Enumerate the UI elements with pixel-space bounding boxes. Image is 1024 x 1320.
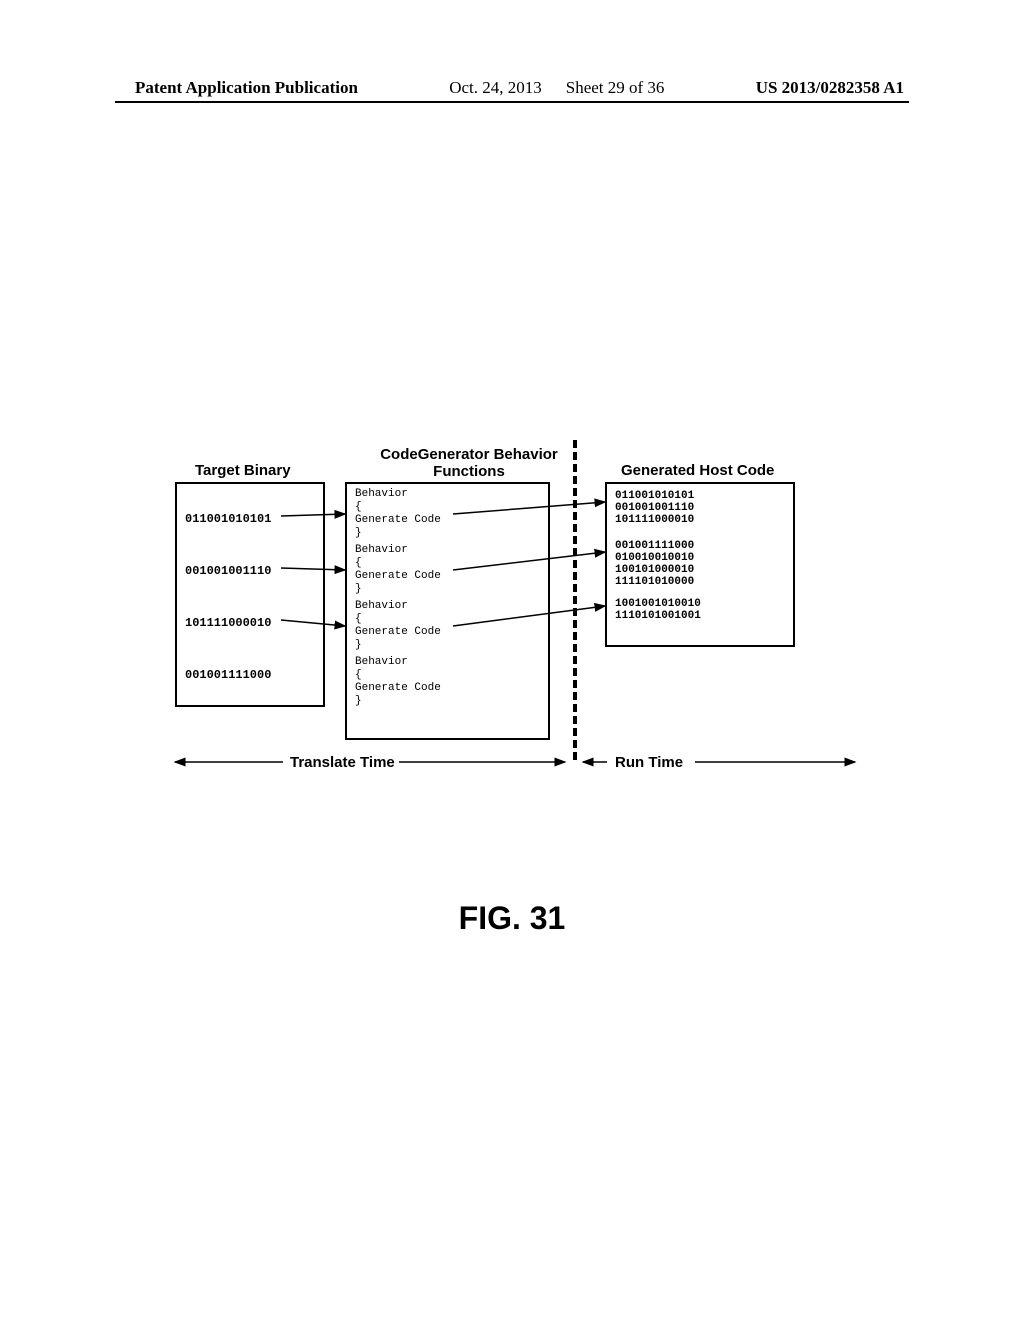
target-binary-row: 011001010101 xyxy=(185,512,271,526)
translate-runtime-divider xyxy=(573,440,577,760)
header-date: Oct. 24, 2013 xyxy=(449,78,542,98)
brace-open: { xyxy=(355,669,362,681)
header-sheet: Sheet 29 of 36 xyxy=(566,78,665,98)
brace-close: } xyxy=(355,639,362,651)
host-code-line: 1001001010010 xyxy=(615,598,701,610)
host-code-block: 1001001010010 1110101001001 xyxy=(615,598,701,622)
behavior-block: Behavior { Generate Code } xyxy=(355,544,441,596)
header-rule xyxy=(115,101,909,103)
host-code-line: 100101000010 xyxy=(615,564,694,576)
brace-close: } xyxy=(355,695,362,707)
patent-page: Patent Application Publication Oct. 24, … xyxy=(0,0,1024,1320)
generate-code-stmt: Generate Code xyxy=(355,570,441,582)
col-title-code-generator: CodeGenerator Behavior Functions xyxy=(379,446,559,480)
behavior-block: Behavior { Generate Code } xyxy=(355,488,441,540)
host-code-line: 011001010101 xyxy=(615,490,694,502)
host-code-line: 111101010000 xyxy=(615,576,694,588)
generated-host-code-box: 011001010101 001001001110 101111000010 0… xyxy=(605,482,795,647)
col-title-target-binary: Target Binary xyxy=(195,462,291,479)
target-binary-row: 001001001110 xyxy=(185,564,271,578)
brace-open: { xyxy=(355,501,362,513)
run-time-label: Run Time xyxy=(615,754,683,771)
target-binary-row: 001001111000 xyxy=(185,668,271,682)
timeline-labels: Translate Time Run Time xyxy=(175,754,875,776)
generate-code-stmt: Generate Code xyxy=(355,682,441,694)
generate-code-stmt: Generate Code xyxy=(355,626,441,638)
behavior-block: Behavior { Generate Code } xyxy=(355,656,441,708)
target-binary-row: 101111000010 xyxy=(185,616,271,630)
header-middle: Oct. 24, 2013 Sheet 29 of 36 xyxy=(449,78,664,98)
generate-code-stmt: Generate Code xyxy=(355,514,441,526)
brace-open: { xyxy=(355,557,362,569)
behavior-keyword: Behavior xyxy=(355,656,408,668)
host-code-line: 010010010010 xyxy=(615,552,694,564)
host-code-block: 011001010101 001001001110 101111000010 xyxy=(615,490,694,526)
host-code-block: 001001111000 010010010010 100101000010 1… xyxy=(615,540,694,588)
behavior-keyword: Behavior xyxy=(355,544,408,556)
translate-time-label: Translate Time xyxy=(290,754,395,771)
host-code-line: 1110101001001 xyxy=(615,610,701,622)
header-publication-type: Patent Application Publication xyxy=(135,78,358,98)
brace-close: } xyxy=(355,583,362,595)
header-pub-number: US 2013/0282358 A1 xyxy=(756,78,904,98)
page-header: Patent Application Publication Oct. 24, … xyxy=(0,78,1024,98)
host-code-line: 001001001110 xyxy=(615,502,694,514)
behavior-keyword: Behavior xyxy=(355,600,408,612)
brace-close: } xyxy=(355,527,362,539)
behavior-block: Behavior { Generate Code } xyxy=(355,600,441,652)
behavior-keyword: Behavior xyxy=(355,488,408,500)
code-generator-box: Behavior { Generate Code } Behavior { Ge… xyxy=(345,482,550,740)
brace-open: { xyxy=(355,613,362,625)
figure-31: Target Binary CodeGenerator Behavior Fun… xyxy=(175,454,875,854)
host-code-line: 101111000010 xyxy=(615,514,694,526)
figure-number-label: FIG. 31 xyxy=(0,900,1024,937)
col-title-generated-host-code: Generated Host Code xyxy=(621,462,774,479)
host-code-line: 001001111000 xyxy=(615,540,694,552)
target-binary-box: 011001010101 001001001110 101111000010 0… xyxy=(175,482,325,707)
